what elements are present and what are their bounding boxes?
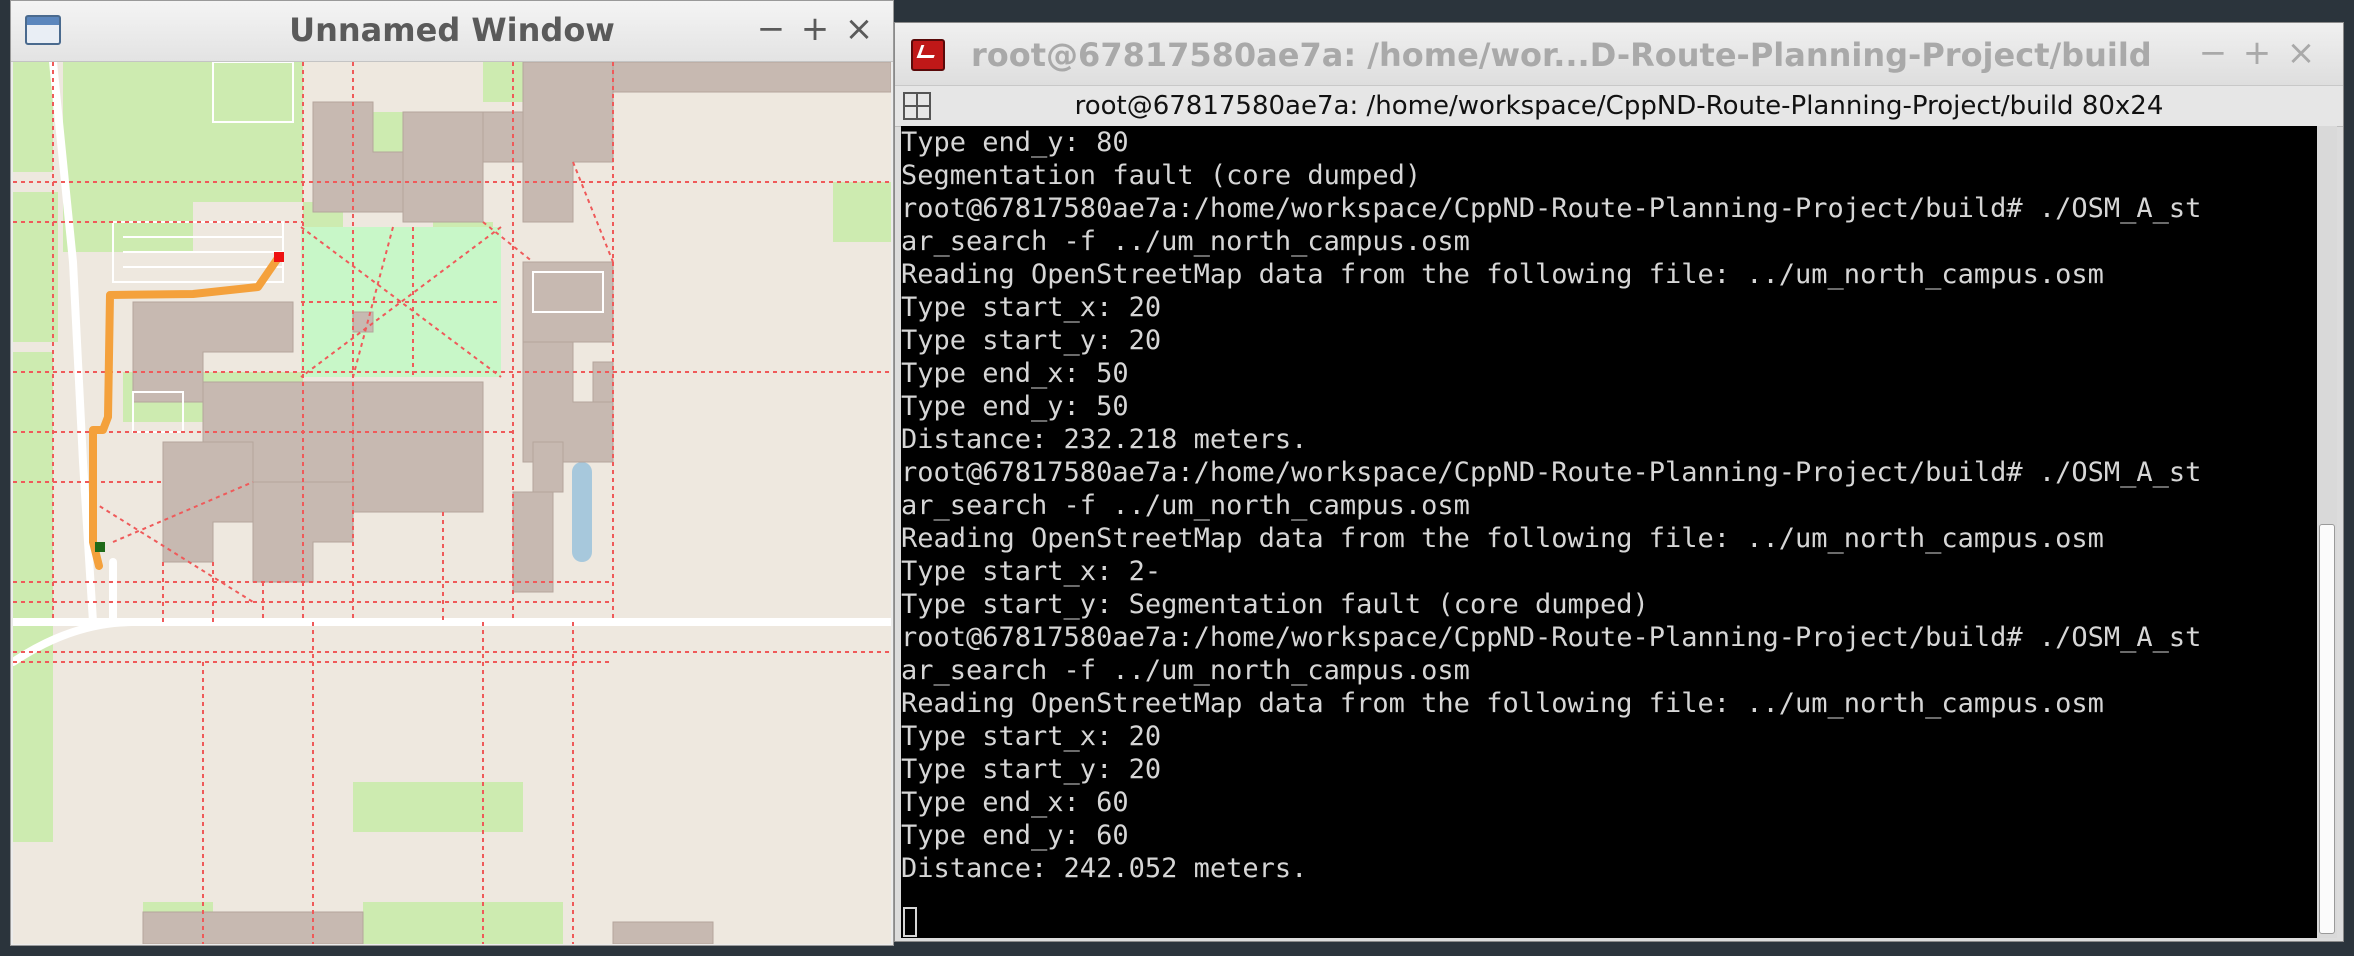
terminal-line: Type start_x: 20: [901, 292, 1162, 323]
terminal-line: ar_search -f ../um_north_campus.osm: [901, 655, 1470, 686]
terminal-line: Reading OpenStreetMap data from the foll…: [901, 688, 2104, 719]
water-pond: [572, 462, 592, 562]
map-drawing: [13, 62, 891, 944]
close-icon[interactable]: ×: [841, 9, 877, 49]
terminal-line: Type start_y: Segmentation fault (core d…: [901, 589, 1649, 620]
terminal-window: root@67817580ae7a: /home/wor...D-Route-P…: [894, 22, 2344, 942]
terminal-line: Type start_x: 2-: [901, 556, 1162, 587]
terminal-line: Type start_y: 20: [901, 754, 1162, 785]
terminal-line: Type end_y: 80: [901, 127, 1129, 158]
map-canvas[interactable]: [13, 62, 891, 944]
minimize-icon[interactable]: −: [2195, 33, 2231, 73]
map-window: Unnamed Window − + ×: [10, 0, 894, 946]
close-icon[interactable]: ×: [2283, 33, 2319, 73]
terminal-line: root@67817580ae7a:/home/workspace/CppND-…: [901, 193, 2202, 224]
terminal-app-icon[interactable]: [911, 39, 945, 71]
terminal-line: root@67817580ae7a:/home/workspace/CppND-…: [901, 622, 2202, 653]
terminal-line: Type end_y: 60: [901, 820, 1129, 851]
terminal-titlebar[interactable]: root@67817580ae7a: /home/wor...D-Route-P…: [895, 23, 2343, 85]
terminal-menubar: root@67817580ae7a: /home/workspace/CppND…: [895, 85, 2343, 127]
maximize-icon[interactable]: +: [2239, 33, 2275, 73]
terminal-line: Distance: 242.052 meters.: [901, 853, 1308, 884]
scrollbar-thumb[interactable]: [2319, 524, 2335, 934]
terminal-line: Segmentation fault (core dumped): [901, 160, 1422, 191]
terminal-line: Type start_x: 20: [901, 721, 1162, 752]
minimize-icon[interactable]: −: [753, 9, 789, 49]
terminal-output[interactable]: Type end_y: 80 Segmentation fault (core d…: [901, 126, 2317, 938]
maximize-icon[interactable]: +: [797, 9, 833, 49]
terminal-line: ar_search -f ../um_north_campus.osm: [901, 226, 1470, 257]
terminal-subtitle: root@67817580ae7a: /home/workspace/CppND…: [1074, 91, 2164, 121]
terminal-line: Reading OpenStreetMap data from the foll…: [901, 523, 2104, 554]
terminal-line: Type end_x: 50: [901, 358, 1129, 389]
terminal-title: root@67817580ae7a: /home/wor...D-Route-P…: [971, 36, 2152, 74]
terminal-line: root@67817580ae7a:/home/workspace/CppND-…: [901, 457, 2202, 488]
terminal-line: Type end_x: 60: [901, 787, 1129, 818]
terminal-scrollbar[interactable]: [2317, 126, 2337, 938]
map-titlebar[interactable]: Unnamed Window − + ×: [11, 1, 893, 62]
terminal-line: Distance: 232.218 meters.: [901, 424, 1308, 455]
start-marker: [95, 542, 105, 552]
terminal-line: Reading OpenStreetMap data from the foll…: [901, 259, 2104, 290]
terminal-line: Type start_y: 20: [901, 325, 1162, 356]
end-marker: [274, 252, 284, 262]
terminal-line: ar_search -f ../um_north_campus.osm: [901, 490, 1470, 521]
terminal-lines: Type end_y: 80 Segmentation fault (core d…: [901, 126, 2317, 885]
terminal-cursor: [903, 907, 917, 937]
terminal-line: Type end_y: 50: [901, 391, 1129, 422]
